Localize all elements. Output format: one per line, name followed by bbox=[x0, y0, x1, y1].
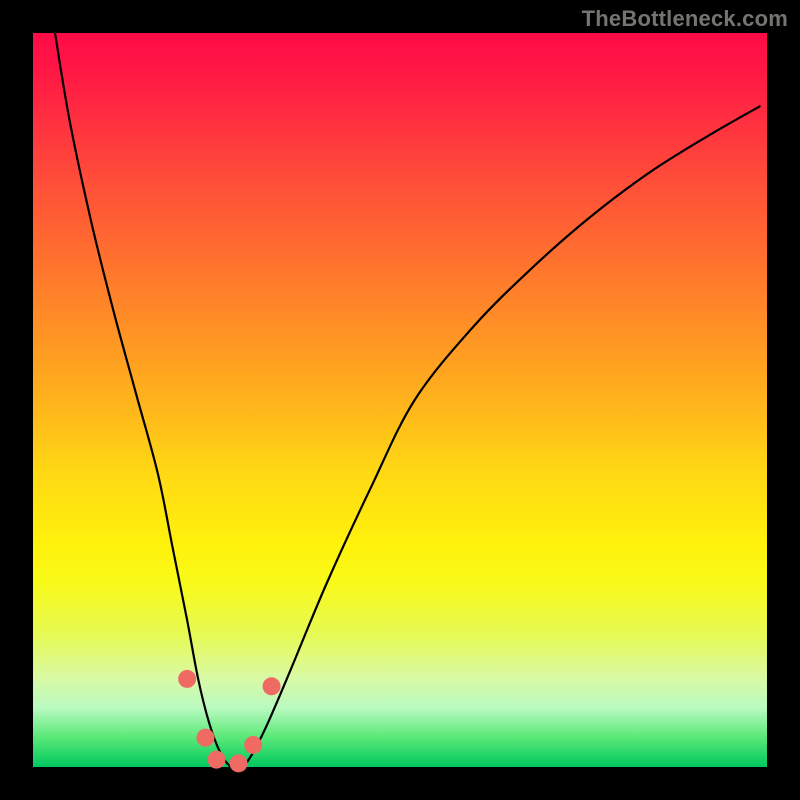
curve-marker bbox=[178, 670, 196, 688]
curve-marker bbox=[196, 729, 214, 747]
plot-area bbox=[33, 33, 767, 767]
curve-markers bbox=[178, 670, 280, 772]
chart-frame: TheBottleneck.com bbox=[0, 0, 800, 800]
curve-marker bbox=[244, 736, 262, 754]
chart-svg bbox=[33, 33, 767, 767]
bottleneck-curve bbox=[55, 33, 760, 769]
curve-marker bbox=[263, 677, 281, 695]
curve-marker bbox=[208, 751, 226, 769]
curve-marker bbox=[230, 754, 248, 772]
watermark-text: TheBottleneck.com bbox=[582, 6, 788, 32]
